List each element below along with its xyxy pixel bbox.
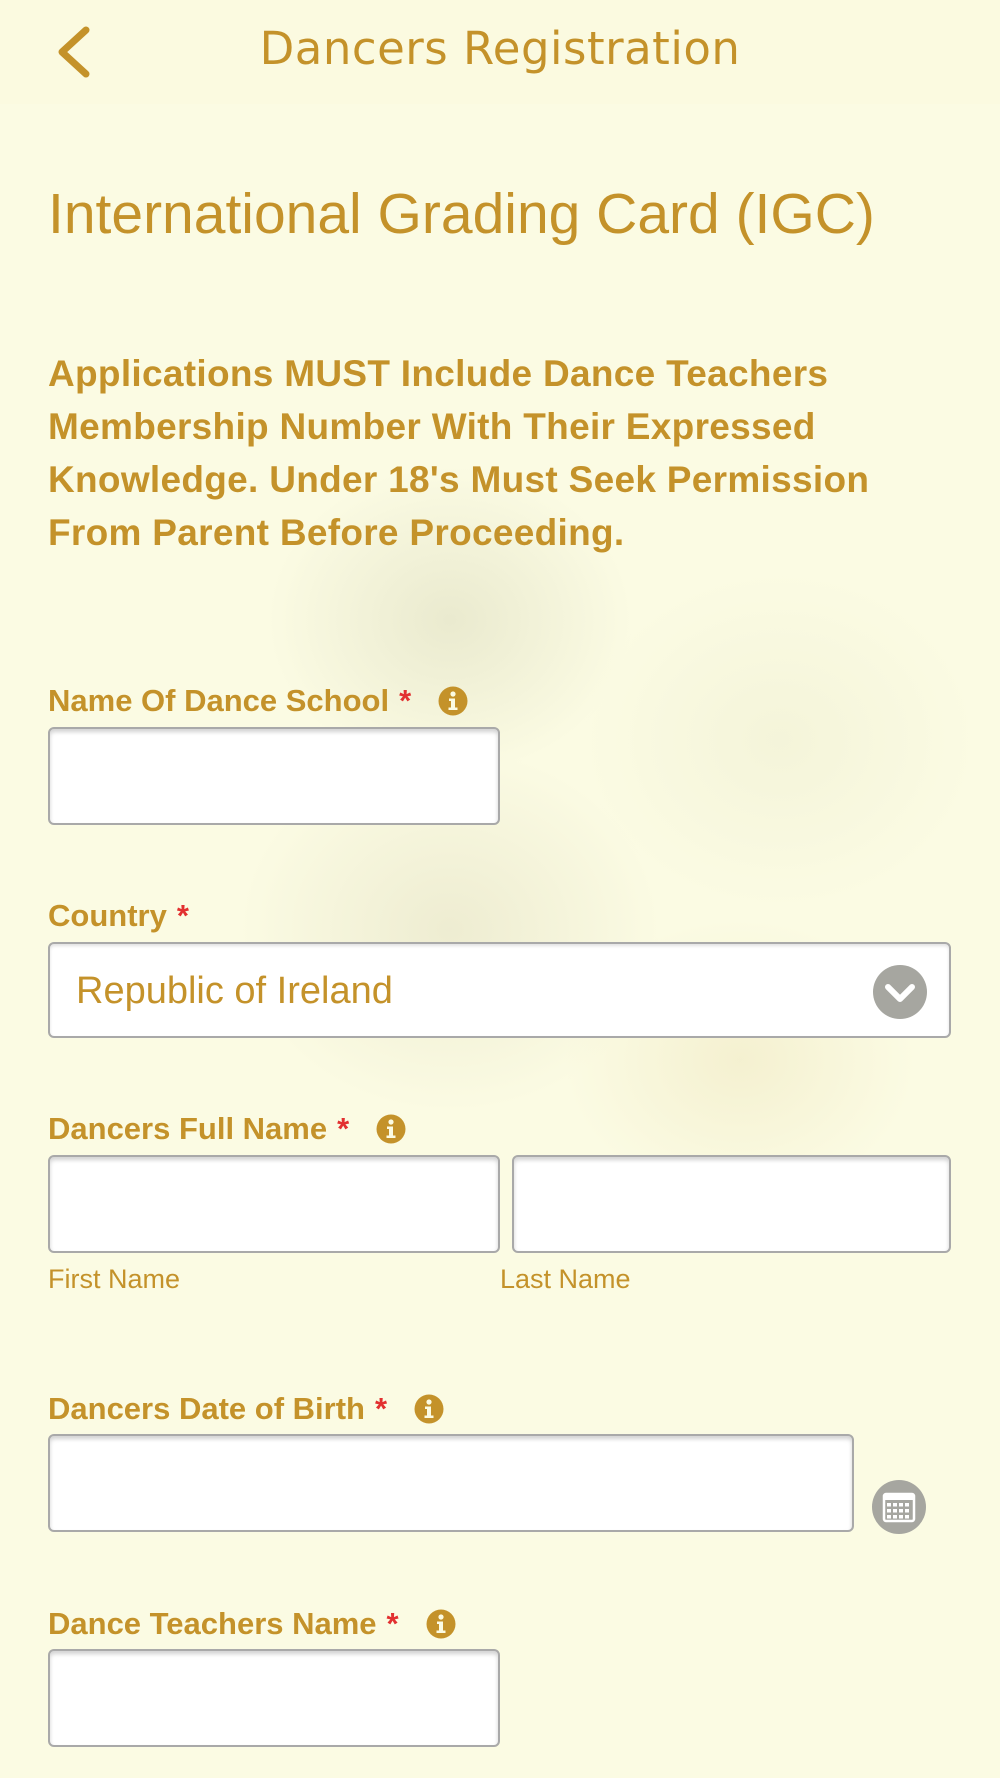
date-of-birth-label: Dancers Date of Birth *: [48, 1391, 444, 1427]
info-icon[interactable]: [414, 1394, 444, 1424]
full-name-label: Dancers Full Name *: [48, 1111, 406, 1147]
country-selected-value: Republic of Ireland: [76, 970, 393, 1012]
calendar-button[interactable]: [871, 1479, 927, 1535]
info-icon[interactable]: [376, 1114, 406, 1144]
last-name-sublabel: Last Name: [500, 1264, 631, 1294]
required-marker: *: [176, 898, 189, 933]
dance-school-label-text: Name Of Dance School: [48, 683, 390, 718]
country-label-text: Country: [48, 898, 167, 933]
info-icon[interactable]: [438, 686, 468, 716]
notice-text: Applications MUST Include Dance Teachers…: [48, 353, 870, 553]
teacher-name-input[interactable]: [48, 1649, 500, 1747]
first-name-sublabel: First Name: [48, 1264, 181, 1294]
header-bar: Dancers Registration: [0, 0, 1000, 104]
required-marker: *: [386, 1606, 399, 1641]
last-name-input[interactable]: [512, 1155, 951, 1253]
teacher-name-label: Dance Teachers Name *: [48, 1606, 456, 1642]
date-of-birth-label-text: Dancers Date of Birth: [48, 1391, 365, 1426]
dance-school-label: Name Of Dance School *: [48, 683, 468, 719]
chevron-down-icon: [873, 965, 927, 1019]
dance-school-input[interactable]: [48, 727, 500, 825]
header-title: Dancers Registration: [259, 22, 741, 75]
country-select[interactable]: Republic of Ireland: [48, 942, 951, 1038]
info-icon[interactable]: [426, 1609, 456, 1639]
calendar-icon: [872, 1480, 926, 1534]
required-marker: *: [337, 1111, 350, 1146]
required-marker: *: [374, 1391, 388, 1426]
date-of-birth-input[interactable]: [48, 1434, 854, 1532]
page-title: International Grading Card (IGC): [48, 182, 875, 246]
required-marker: *: [399, 683, 412, 718]
first-name-input[interactable]: [48, 1155, 500, 1253]
full-name-label-text: Dancers Full Name: [48, 1111, 328, 1146]
teacher-name-label-text: Dance Teachers Name: [48, 1606, 377, 1641]
country-label: Country *: [48, 898, 189, 934]
